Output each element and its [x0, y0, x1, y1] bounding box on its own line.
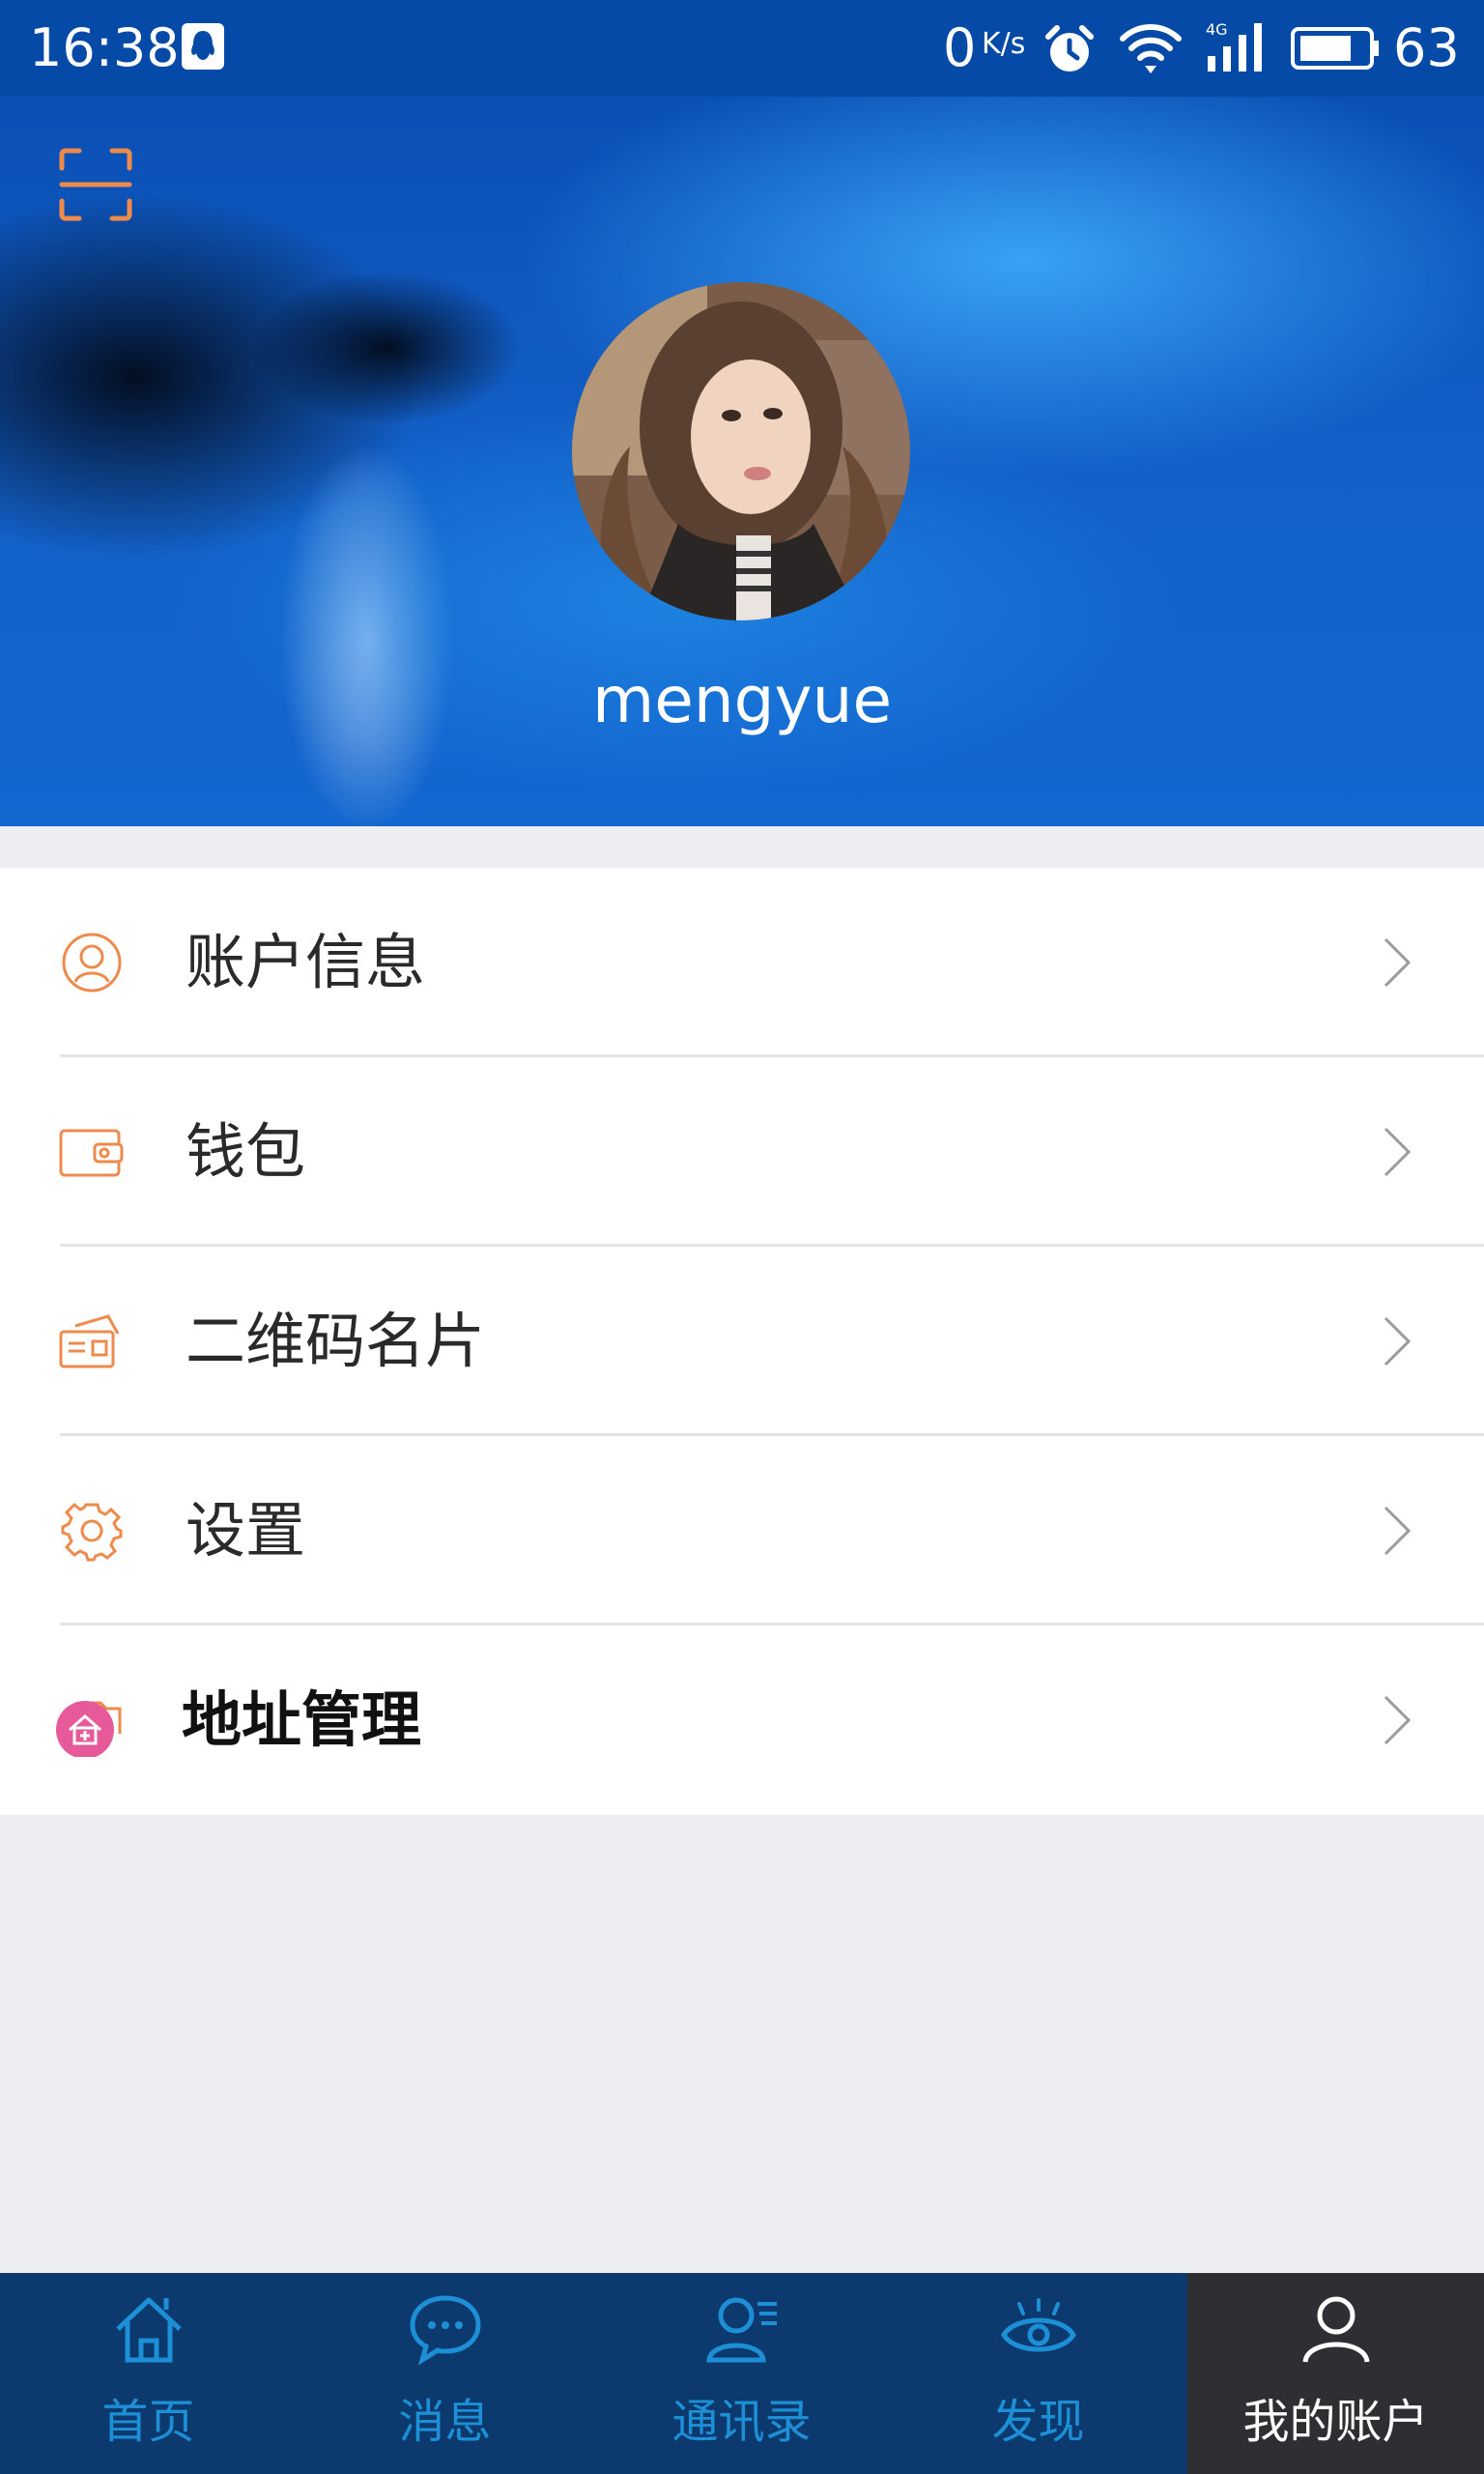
- account-menu-list: 账户信息 钱包 二维码名片 设置 地址管理: [0, 868, 1484, 1815]
- qr-card-icon: [56, 1310, 128, 1372]
- bottom-nav: 首页 消息 通讯录 发现 我的账户: [0, 2273, 1484, 2474]
- battery-icon: [1291, 25, 1380, 75]
- menu-item-label: 账户信息: [186, 927, 426, 997]
- chevron-right-icon: [1378, 1123, 1416, 1185]
- contacts-icon: [593, 2290, 890, 2372]
- tab-label: 消息: [398, 2395, 492, 2449]
- account-icon: [1187, 2290, 1484, 2372]
- user-icon: [56, 932, 128, 993]
- tab-my-account[interactable]: 我的账户: [1187, 2273, 1484, 2474]
- wifi-icon: [1119, 21, 1183, 79]
- 4g-signal-icon: 4G: [1204, 19, 1271, 79]
- eye-icon: [890, 2290, 1186, 2372]
- status-bar: 16:38 0 K/s 4G 63: [0, 0, 1484, 97]
- menu-item-settings[interactable]: 设置: [0, 1436, 1484, 1625]
- menu-item-label: 地址管理: [182, 1684, 422, 1755]
- menu-item-label: 设置: [186, 1495, 306, 1566]
- menu-item-qr-card[interactable]: 二维码名片: [0, 1247, 1484, 1436]
- alarm-icon: [1043, 23, 1096, 79]
- tab-messages[interactable]: 消息: [297, 2273, 593, 2474]
- scan-icon[interactable]: [58, 147, 133, 226]
- gear-icon: [56, 1500, 128, 1562]
- battery-level: 63: [1393, 17, 1460, 78]
- menu-item-address-management[interactable]: 地址管理: [0, 1625, 1484, 1815]
- tab-home[interactable]: 首页: [0, 2273, 297, 2474]
- avatar[interactable]: [572, 282, 910, 620]
- tab-label: 我的账户: [1242, 2395, 1429, 2449]
- message-icon: [297, 2290, 593, 2372]
- wallet-icon: [56, 1121, 128, 1183]
- menu-item-wallet[interactable]: 钱包: [0, 1057, 1484, 1247]
- tab-discover[interactable]: 发现: [890, 2273, 1186, 2474]
- qq-icon: [180, 21, 226, 75]
- tab-contacts[interactable]: 通讯录: [593, 2273, 890, 2474]
- home-icon: [0, 2290, 297, 2372]
- chevron-right-icon: [1378, 1502, 1416, 1564]
- profile-header: mengyue: [0, 97, 1484, 826]
- menu-item-account-info[interactable]: 账户信息: [0, 868, 1484, 1057]
- tab-label: 首页: [101, 2395, 195, 2449]
- menu-item-label: 二维码名片: [186, 1306, 486, 1376]
- chevron-right-icon: [1378, 1312, 1416, 1374]
- net-speed-unit: K/s: [982, 27, 1026, 61]
- chevron-right-icon: [1378, 1691, 1416, 1753]
- tab-label: 通讯录: [671, 2395, 812, 2449]
- net-speed: 0: [943, 17, 977, 78]
- svg-text:4G: 4G: [1206, 20, 1228, 39]
- tab-label: 发现: [991, 2395, 1085, 2449]
- menu-item-label: 钱包: [186, 1116, 306, 1187]
- status-time: 16:38: [29, 17, 180, 78]
- username: mengyue: [591, 663, 893, 737]
- chevron-right-icon: [1378, 934, 1416, 995]
- address-home-icon: [52, 1695, 124, 1759]
